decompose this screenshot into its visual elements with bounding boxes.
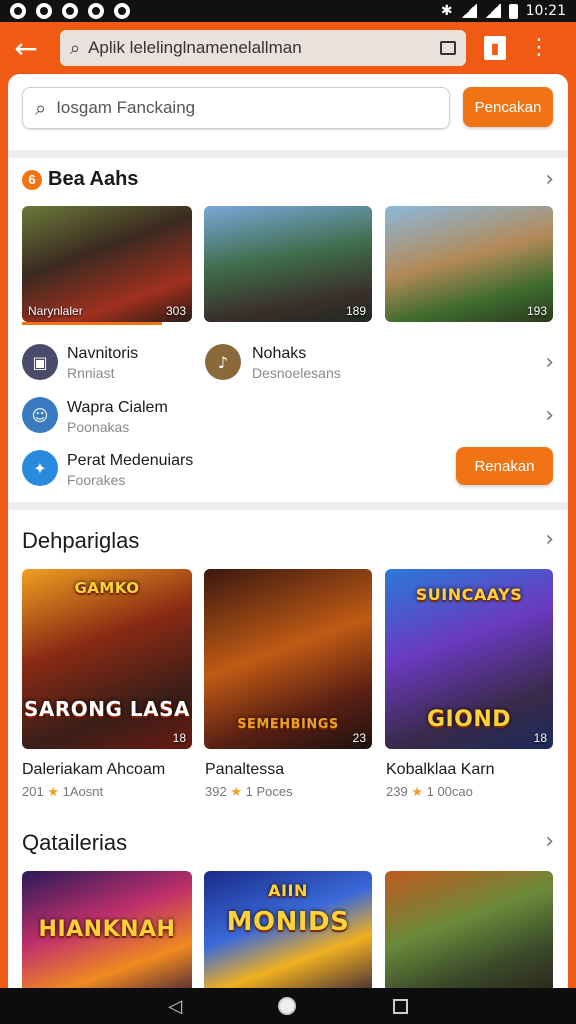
game-thumbnail[interactable]: Narynlaler 303 <box>22 206 192 322</box>
list-item-title[interactable]: Wapra Cialem <box>67 399 168 417</box>
coin-icon: 6 <box>22 169 42 190</box>
clock: 10:21 <box>525 3 566 19</box>
app-icon[interactable]: ✦ <box>22 450 58 486</box>
meta-text: 1Aosnt <box>62 784 104 799</box>
status-bar: ✱ 10:21 <box>0 0 576 22</box>
star-icon: ★ <box>47 784 59 799</box>
notification-icon <box>10 3 26 19</box>
game-name[interactable]: Daleriakam Ahcoam <box>22 761 165 779</box>
app-icon[interactable]: ▣ <box>22 344 58 380</box>
wifi-icon <box>460 4 477 18</box>
art-top: GAMKO <box>74 579 140 597</box>
art-title: HIANKNAH <box>38 917 176 942</box>
section-title: Qatailerias <box>22 830 128 855</box>
nav-back-icon[interactable]: ◁ <box>168 996 182 1017</box>
meta-text: 1 00cao <box>426 784 473 799</box>
navigation-bar: ◁ <box>0 988 576 1024</box>
content-frame: ⌕ Iosgam Fanckaing Pencakan 6 Bea Aahs ›… <box>0 74 576 988</box>
app-icon[interactable]: ☺ <box>22 397 58 433</box>
thumbnail-caption: Narynlaler <box>28 304 83 318</box>
game-name[interactable]: Kobalklaa Karn <box>386 761 495 779</box>
chevron-right-icon[interactable]: › <box>545 350 554 375</box>
tab-icon[interactable] <box>440 41 456 55</box>
nav-recents-icon[interactable] <box>392 998 408 1014</box>
rating-count: 201 <box>22 784 44 799</box>
list-item-title[interactable]: Nohaks <box>252 345 306 363</box>
bookmark-icon[interactable]: ▮ <box>484 36 506 60</box>
battery-icon <box>508 3 518 19</box>
game-thumbnail[interactable]: 193 <box>385 206 553 322</box>
meta-text: 1 Poces <box>245 784 293 799</box>
search-icon: ⌕ <box>35 96 47 120</box>
section-title: Dehpariglas <box>22 528 140 553</box>
thumbnail-count: 303 <box>165 304 186 318</box>
chevron-right-icon[interactable]: › <box>545 403 554 428</box>
game-card[interactable]: SEMEHBINGS 23 <box>204 569 372 749</box>
game-name[interactable]: Panaltessa <box>205 761 284 779</box>
list-item-subtitle: Desnoelesans <box>252 365 341 381</box>
star-icon: ★ <box>411 784 423 799</box>
thumbnail-count: 189 <box>345 304 366 318</box>
search-input[interactable]: ⌕ Iosgam Fanckaing <box>22 87 450 129</box>
list-item-title[interactable]: Navnitoris <box>67 345 138 363</box>
url-bar[interactable]: ⌕ Aplik lelelinglnamenelallman <box>60 30 466 66</box>
nav-home-icon[interactable] <box>278 997 297 1015</box>
age-badge: 18 <box>172 731 186 745</box>
app-bar: ← ⌕ Aplik lelelinglnamenelallman ▮ ⋮ <box>0 22 576 74</box>
game-card[interactable] <box>385 871 553 988</box>
age-badge: 18 <box>533 731 547 745</box>
section-title: 6 Bea Aahs <box>22 168 138 191</box>
art-title: SARONG LASA <box>23 697 190 721</box>
bluetooth-icon: ✱ <box>440 3 453 19</box>
thumbnail-count: 193 <box>526 304 547 318</box>
game-card[interactable]: HIANKNAH <box>22 871 192 988</box>
game-card[interactable]: AIIN MONIDS <box>204 871 372 988</box>
list-item-subtitle: Rnniast <box>67 365 115 381</box>
game-meta: 239 ★ 1 00cao <box>386 784 473 800</box>
notification-icon <box>88 3 104 19</box>
url-text: Aplik lelelinglnamenelallman <box>88 38 302 57</box>
game-meta: 392 ★ 1 Poces <box>205 784 293 800</box>
game-card[interactable]: GAMKO SARONG LASA 18 <box>22 569 192 749</box>
search-button[interactable]: Pencakan <box>463 87 553 127</box>
chevron-right-icon[interactable]: › <box>545 527 554 552</box>
signal-icon <box>484 4 501 18</box>
selection-indicator <box>22 322 162 325</box>
list-item-subtitle: Foorakes <box>67 472 126 488</box>
divider <box>8 150 568 158</box>
notification-icon <box>62 3 78 19</box>
star-icon: ★ <box>230 784 242 799</box>
art-top: SUINCAAYS <box>415 585 523 604</box>
game-card[interactable]: SUINCAAYS GIOND 18 <box>385 569 553 749</box>
art-top: AIIN <box>268 881 308 900</box>
divider <box>8 502 568 510</box>
section-title-text: Bea Aahs <box>48 168 139 190</box>
chevron-right-icon[interactable]: › <box>545 167 554 192</box>
art-title: GIOND <box>426 707 512 732</box>
notification-icon <box>114 3 130 19</box>
art-title: SEMEHBINGS <box>237 717 339 732</box>
chevron-right-icon[interactable]: › <box>545 829 554 854</box>
art-title: MONIDS <box>226 907 350 937</box>
rating-count: 392 <box>205 784 227 799</box>
list-item-subtitle: Poonakas <box>67 419 130 435</box>
notification-icon <box>36 3 52 19</box>
rent-button[interactable]: Renakan <box>456 447 553 485</box>
age-badge: 23 <box>352 731 366 745</box>
search-icon: ⌕ <box>70 37 81 59</box>
app-icon[interactable]: ♪ <box>205 344 241 380</box>
search-row: ⌕ Iosgam Fanckaing Pencakan <box>8 74 568 152</box>
more-menu-icon[interactable]: ⋮ <box>528 37 550 59</box>
list-item-title[interactable]: Perat Medenuiars <box>67 452 193 470</box>
game-meta: 201 ★ 1Aosnt <box>22 784 103 800</box>
game-thumbnail[interactable]: 189 <box>204 206 372 322</box>
rating-count: 239 <box>386 784 408 799</box>
back-arrow-icon[interactable]: ← <box>0 22 52 74</box>
search-placeholder: Iosgam Fanckaing <box>56 98 196 117</box>
content-card: ⌕ Iosgam Fanckaing Pencakan 6 Bea Aahs ›… <box>8 74 568 988</box>
